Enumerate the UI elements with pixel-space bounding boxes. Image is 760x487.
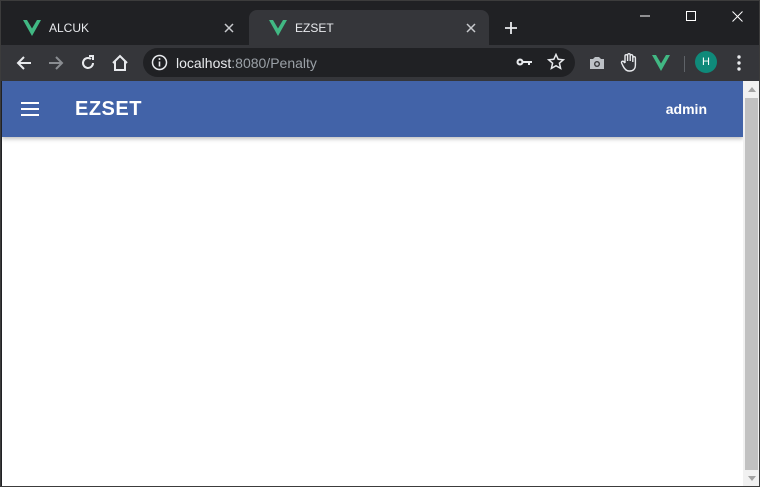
back-button[interactable]	[10, 49, 38, 77]
scrollbar-thumb[interactable]	[745, 98, 758, 470]
browser-toolbar: localhost:8080/Penalty H	[1, 45, 759, 81]
close-tab-icon[interactable]	[221, 20, 237, 36]
scroll-up-button[interactable]	[743, 81, 759, 98]
menu-button[interactable]	[729, 51, 749, 75]
key-icon[interactable]	[515, 55, 533, 69]
more-vertical-icon	[737, 55, 741, 71]
scroll-down-button[interactable]	[743, 470, 759, 486]
plus-icon	[505, 22, 517, 34]
hamburger-icon	[21, 102, 39, 116]
close-window-button[interactable]	[714, 1, 759, 31]
maximize-button[interactable]	[668, 1, 714, 31]
reload-icon	[82, 55, 94, 69]
home-icon	[112, 54, 128, 71]
arrow-left-icon	[16, 56, 31, 70]
home-button[interactable]	[106, 49, 134, 77]
vue-logo-icon	[23, 19, 41, 36]
vue-devtools-icon[interactable]	[649, 51, 673, 75]
tab-ezset[interactable]: EZSET	[249, 10, 489, 45]
address-bar[interactable]: localhost:8080/Penalty	[143, 48, 575, 77]
hand-extension-icon[interactable]	[617, 51, 641, 75]
chevron-down-icon	[747, 476, 756, 481]
vue-logo-icon	[269, 19, 287, 36]
forward-button[interactable]	[42, 49, 70, 77]
new-tab-button[interactable]	[499, 16, 523, 40]
star-icon[interactable]	[547, 53, 565, 71]
app-bar: EZSET admin	[2, 81, 743, 137]
vertical-scrollbar[interactable]	[743, 81, 759, 486]
minimize-icon	[640, 15, 650, 17]
tab-strip: ALCUK EZSET	[1, 1, 759, 45]
close-tab-icon[interactable]	[463, 20, 479, 36]
profile-avatar[interactable]: H	[695, 51, 717, 73]
toolbar-divider	[684, 56, 685, 72]
nav-menu-button[interactable]	[18, 97, 42, 121]
info-icon[interactable]	[151, 54, 168, 71]
tab-title: ALCUK	[49, 20, 90, 35]
url-host: localhost	[176, 55, 232, 71]
tab-title: EZSET	[295, 20, 334, 35]
camera-extension-icon[interactable]	[585, 51, 609, 75]
browser-window: ALCUK EZSET localhost:8080/Penalty H EZS…	[0, 0, 760, 487]
minimize-button[interactable]	[622, 1, 668, 31]
app-title: EZSET	[75, 98, 142, 120]
maximize-icon	[686, 11, 696, 21]
tab-alcuk[interactable]: ALCUK	[3, 10, 247, 45]
page-viewport: EZSET admin	[2, 81, 743, 486]
url-path: :8080/Penalty	[231, 55, 317, 71]
user-menu[interactable]: admin	[666, 101, 707, 117]
close-icon	[731, 10, 743, 22]
arrow-right-icon	[49, 56, 64, 70]
url-text[interactable]: localhost:8080/Penalty	[176, 55, 317, 71]
chevron-up-icon	[747, 87, 756, 92]
reload-button[interactable]	[74, 49, 102, 77]
